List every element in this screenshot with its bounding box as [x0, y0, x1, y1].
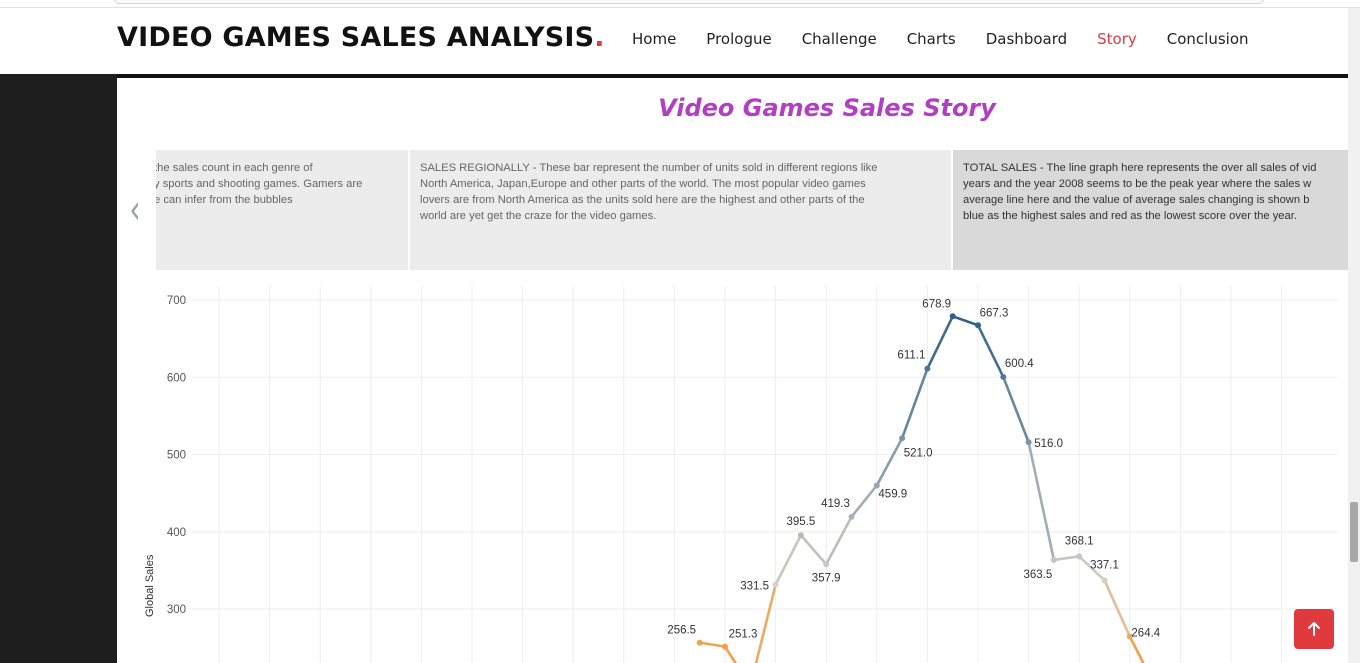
data-point: [949, 313, 956, 320]
data-label: 256.5: [667, 625, 696, 637]
data-label: 459.9: [878, 488, 907, 500]
data-point: [722, 643, 728, 650]
data-label: 331.5: [740, 581, 769, 593]
previous-arrow-icon[interactable]: ‹: [129, 190, 140, 230]
series-line-segment: [1128, 635, 1145, 663]
story-title: Video Games Sales Story: [658, 94, 996, 122]
data-point: [1025, 439, 1032, 446]
story-container: Video Games Sales Story ‹ the sales coun…: [117, 78, 1348, 663]
y-tick-label: 300: [167, 604, 186, 616]
y-tick-label: 400: [167, 527, 186, 539]
series-line-segment: [900, 367, 929, 440]
series-line-segment: [824, 515, 853, 566]
data-point: [1101, 577, 1108, 584]
data-label: 357.9: [812, 572, 841, 584]
story-point-text: SALES REGIONALLY - These bar represent t…: [420, 162, 878, 222]
series-line-segment: [754, 583, 777, 663]
series-line-segment: [1103, 579, 1132, 638]
brand-dot: .: [594, 22, 605, 53]
scrollbar[interactable]: [1348, 8, 1360, 663]
data-point: [797, 532, 804, 539]
arrow-up-icon: [1308, 622, 1320, 636]
data-point: [772, 581, 779, 588]
series-line-segment: [875, 436, 904, 487]
nav-challenge[interactable]: Challenge: [787, 30, 892, 48]
y-axis-title: Global Sales: [144, 554, 156, 617]
data-point: [1000, 373, 1007, 380]
data-point: [899, 435, 906, 442]
data-label: 667.3: [980, 307, 1009, 319]
data-label: 368.1: [1065, 535, 1094, 547]
series-line-segment: [698, 641, 727, 648]
data-label: 419.3: [821, 498, 850, 510]
story-point-total-sales[interactable]: TOTAL SALES - The line graph here repres…: [953, 150, 1348, 270]
data-point: [1050, 556, 1057, 563]
nav-home[interactable]: Home: [617, 30, 691, 48]
y-tick-label: 700: [167, 295, 186, 307]
brand-logo[interactable]: VIDEO GAMES SALES ANALYSIS.: [117, 22, 605, 53]
back-to-top-button[interactable]: [1294, 609, 1334, 649]
series-line-segment: [926, 314, 955, 370]
data-label: 395.5: [787, 516, 816, 528]
story-point-genre[interactable]: the sales count in each genre of y sport…: [156, 150, 408, 270]
nav-story[interactable]: Story: [1082, 30, 1152, 48]
nav-charts[interactable]: Charts: [892, 30, 971, 48]
data-label: 611.1: [897, 350, 925, 362]
data-point: [823, 561, 830, 568]
data-point: [696, 639, 703, 646]
data-point: [924, 365, 931, 372]
data-label: 521.0: [904, 447, 933, 459]
series-line-segment: [774, 533, 803, 586]
main-nav: Home Prologue Challenge Charts Dashboard…: [617, 30, 1264, 48]
data-point: [1076, 553, 1083, 560]
series-line-segment: [976, 323, 1005, 379]
story-point-text: the sales count in each genre of y sport…: [156, 162, 363, 206]
data-label: 264.4: [1131, 628, 1160, 640]
data-label: 600.4: [1005, 358, 1034, 370]
sales-line-chart: 300 400 500 600 700 Global Sales 256.5 251.3 331…: [144, 286, 1337, 663]
y-tick-label: 500: [167, 450, 186, 462]
data-label: 516.0: [1034, 438, 1063, 450]
data-point: [975, 322, 981, 329]
data-label: 337.1: [1090, 559, 1119, 571]
address-bar-edge: [114, 0, 1264, 4]
series-line-segment: [850, 484, 879, 519]
series-line-segment: [723, 645, 737, 663]
site-header: VIDEO GAMES SALES ANALYSIS. Home Prologu…: [0, 8, 1348, 74]
series-line-segment: [1052, 555, 1081, 562]
series-line-segment: [1001, 375, 1030, 444]
story-point-text: TOTAL SALES - The line graph here repres…: [963, 162, 1317, 222]
series-line-segment: [1027, 440, 1056, 562]
data-label: 363.5: [1024, 569, 1053, 581]
nav-dashboard[interactable]: Dashboard: [971, 30, 1082, 48]
story-point-regional[interactable]: SALES REGIONALLY - These bar represent t…: [410, 150, 951, 270]
series-line-segment: [799, 533, 828, 566]
scrollbar-thumb[interactable]: [1350, 502, 1358, 562]
y-tick-label: 600: [167, 372, 186, 384]
data-label: 678.9: [922, 298, 951, 310]
browser-top-strip: [0, 0, 1360, 8]
series-line-segment: [951, 314, 980, 327]
data-label: 251.3: [729, 629, 758, 641]
nav-prologue[interactable]: Prologue: [691, 30, 786, 48]
data-point: [848, 513, 855, 520]
page: VIDEO GAMES SALES ANALYSIS. Home Prologu…: [0, 0, 1360, 663]
brand-text: VIDEO GAMES SALES ANALYSIS: [117, 22, 595, 53]
nav-conclusion[interactable]: Conclusion: [1152, 30, 1264, 48]
